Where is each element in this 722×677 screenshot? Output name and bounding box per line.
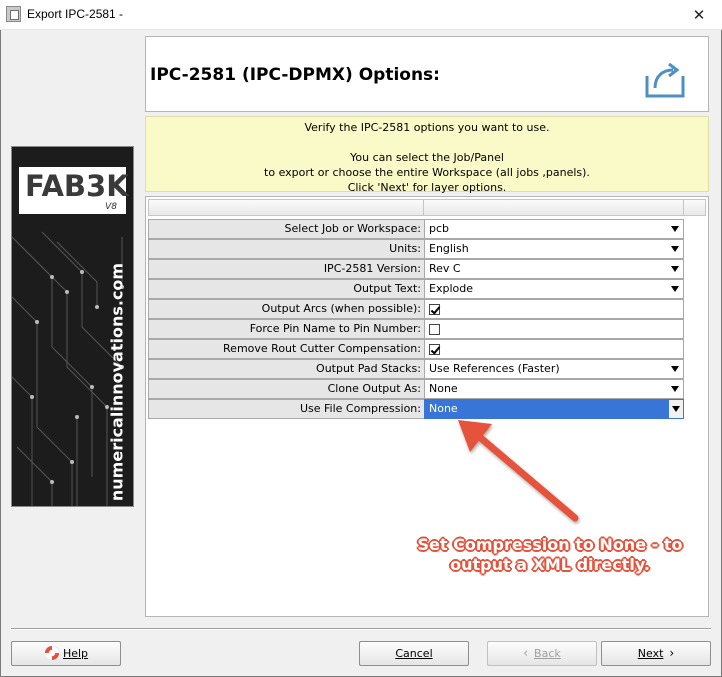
dropdown-value: None [429,382,458,395]
pad-stacks-dropdown[interactable]: Use References (Faster) [424,359,684,379]
dropdown-value: Use References (Faster) [429,362,560,375]
option-row-file-compression: Use File Compression: None [148,399,684,419]
grid-header [148,199,684,216]
dropdown-arrow-icon[interactable] [671,286,679,292]
info-line: Verify the IPC-2581 options you want to … [304,121,550,134]
info-panel: Verify the IPC-2581 options you want to … [145,116,709,194]
option-row-force-pin: Force Pin Name to Pin Number: [148,319,684,339]
option-label: Select Job or Workspace: [148,219,424,239]
output-arcs-checkbox[interactable] [429,304,440,315]
remove-rout-checkbox[interactable] [429,344,440,355]
cancel-button[interactable]: Cancel [359,641,469,666]
back-label: Back [534,647,561,660]
option-row-clone-output: Clone Output As: None [148,379,684,399]
option-row-version: IPC-2581 Version: Rev C [148,259,684,279]
cancel-label: Cancel [395,647,433,660]
option-label: Output Pad Stacks: [148,359,424,379]
version-dropdown[interactable]: Rev C [424,259,684,279]
website-label: numericalinnovations.com [107,262,127,502]
option-label: Units: [148,239,424,259]
footer-separator [11,628,711,630]
help-label: Help [62,647,89,660]
option-row-output-arcs: Output Arcs (when possible): [148,299,684,319]
remove-rout-cell [424,339,684,359]
dropdown-value: Rev C [429,262,461,275]
website-text: numericalinnovations.com [102,263,132,501]
grid-header-corner [684,199,706,216]
export-icon [645,62,685,98]
lifebuoy-icon [44,646,59,660]
annotation-callout: Set Compression to None - to output a XM… [400,535,700,575]
info-line: Click 'Next' for layer options. [347,181,507,194]
dropdown-arrow-icon[interactable] [671,226,679,232]
option-label: Clone Output As: [148,379,424,399]
info-line: You can select the Job/Panel [350,151,504,164]
annotation-line: output a XML directly. [450,555,650,574]
option-label: Output Arcs (when possible): [148,299,424,319]
title-bar: Export IPC-2581 - ✕ [0,0,722,30]
dropdown-arrow-icon[interactable] [671,266,679,272]
annotation-arrow [458,420,579,522]
clone-output-dropdown[interactable]: None [424,379,684,399]
dropdown-arrow-icon[interactable] [671,366,679,372]
dropdown-value: Explode [429,282,473,295]
dropdown-value: English [429,242,469,255]
sidebar-banner: FAB3K V8 numericalinnovations.com [11,146,134,507]
chevron-right-icon: › [669,646,675,660]
option-label: Use File Compression: [148,399,424,419]
info-line [146,135,708,150]
app-icon [6,6,21,22]
select-job-dropdown[interactable]: pcb [424,219,684,239]
logo-text: FAB3K [25,169,129,203]
units-dropdown[interactable]: English [424,239,684,259]
option-row-select-job: Select Job or Workspace: pcb [148,219,684,239]
force-pin-checkbox[interactable] [429,324,440,335]
logo-version: V8 [105,202,117,212]
dropdown-value: pcb [429,222,450,235]
option-label: Output Text: [148,279,424,299]
close-icon[interactable]: ✕ [676,0,722,30]
option-label: Force Pin Name to Pin Number: [148,319,424,339]
option-row-units: Units: English [148,239,684,259]
option-label: Remove Rout Cutter Compensation: [148,339,424,359]
back-button[interactable]: ‹ Back [487,641,597,666]
fab3k-logo: FAB3K V8 [19,167,129,214]
option-label: IPC-2581 Version: [148,259,424,279]
info-line: to export or choose the entire Workspace… [264,166,590,179]
dropdown-arrow-icon[interactable] [669,400,683,418]
header-panel: IPC-2581 (IPC-DPMX) Options: [145,36,709,112]
dropdown-arrow-icon[interactable] [671,246,679,252]
next-button[interactable]: Next › [601,641,711,666]
output-text-dropdown[interactable]: Explode [424,279,684,299]
help-button[interactable]: Help [11,641,121,666]
next-label: Next [637,647,664,660]
dropdown-arrow-icon[interactable] [671,386,679,392]
window-title: Export IPC-2581 - [27,7,124,21]
option-row-output-text: Output Text: Explode [148,279,684,299]
force-pin-cell [424,319,684,339]
page-title: IPC-2581 (IPC-DPMX) Options: [150,65,440,85]
output-arcs-cell [424,299,684,319]
annotation-line: Set Compression to None - to [417,535,683,554]
option-row-pad-stacks: Output Pad Stacks: Use References (Faste… [148,359,684,379]
option-row-remove-rout: Remove Rout Cutter Compensation: [148,339,684,359]
chevron-left-icon: ‹ [523,646,529,660]
